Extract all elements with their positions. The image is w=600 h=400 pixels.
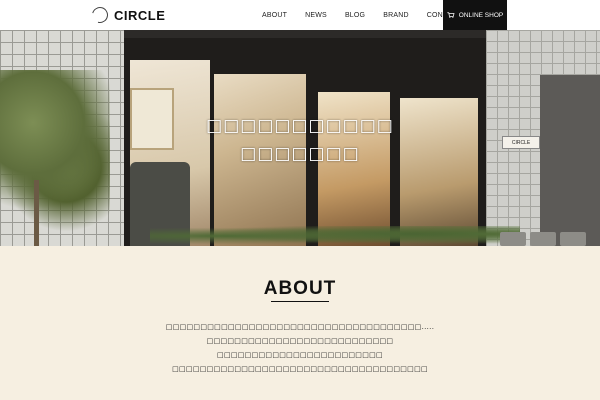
about-heading: ABOUT <box>263 278 337 299</box>
potted-plants <box>150 226 520 246</box>
awning <box>124 30 486 38</box>
cart-icon <box>447 12 455 18</box>
plant-pot <box>530 232 556 246</box>
neighbor-building <box>540 75 600 246</box>
plant-pots <box>496 226 586 246</box>
about-text: □□□□□□□□□□□□□□□□□□□□□□□□□□□□□□□□□□□□□...… <box>0 320 600 376</box>
shop-sign: CIRCLE <box>502 136 540 149</box>
about-text-line: □□□□□□□□□□□□□□□□□□□□□□□□□□□□□□□□□□□□□...… <box>165 323 435 331</box>
hero-caption: □□□□□□□□□□□ □□□□□□□ <box>200 112 400 168</box>
shop-window-right <box>400 98 478 246</box>
online-shop-label: ONLINE SHOP <box>458 11 504 19</box>
site-header: CIRCLE ABOUT NEWS BLOG BRAND CONTACT ONL… <box>0 0 600 30</box>
online-shop-button[interactable]: ONLINE SHOP <box>443 0 507 30</box>
hero-image: CIRCLE □□□□□□□□□□□ □□□□□□□ <box>0 30 600 246</box>
nav-item-about[interactable]: ABOUT <box>262 12 287 19</box>
about-section: ABOUT □□□□□□□□□□□□□□□□□□□□□□□□□□□□□□□□□□… <box>0 246 600 400</box>
about-heading-underline <box>271 301 329 302</box>
hero-caption-line: □□□□□□□ <box>240 144 360 164</box>
nav-item-brand[interactable]: BRAND <box>383 12 409 19</box>
about-text-line: □□□□□□□□□□□□□□□□□□□□□□□□□□□ <box>206 337 394 345</box>
circle-logo-icon <box>89 4 111 26</box>
framed-painting <box>130 88 174 150</box>
about-text-line: □□□□□□□□□□□□□□□□□□□□□□□□□□□□□□□□□□□□□ <box>172 365 428 373</box>
plant-pot <box>500 232 526 246</box>
nav-item-blog[interactable]: BLOG <box>345 12 365 19</box>
about-text-line: □□□□□□□□□□□□□□□□□□□□□□□□ <box>217 351 383 359</box>
plant-pot <box>560 232 586 246</box>
tree-trunk <box>34 180 39 246</box>
nav-item-news[interactable]: NEWS <box>305 12 327 19</box>
olive-tree <box>0 70 110 246</box>
hero-caption-line: □□□□□□□□□□□ <box>206 116 394 136</box>
logo-text: CIRCLE <box>114 7 166 23</box>
site-logo[interactable]: CIRCLE <box>89 4 166 26</box>
